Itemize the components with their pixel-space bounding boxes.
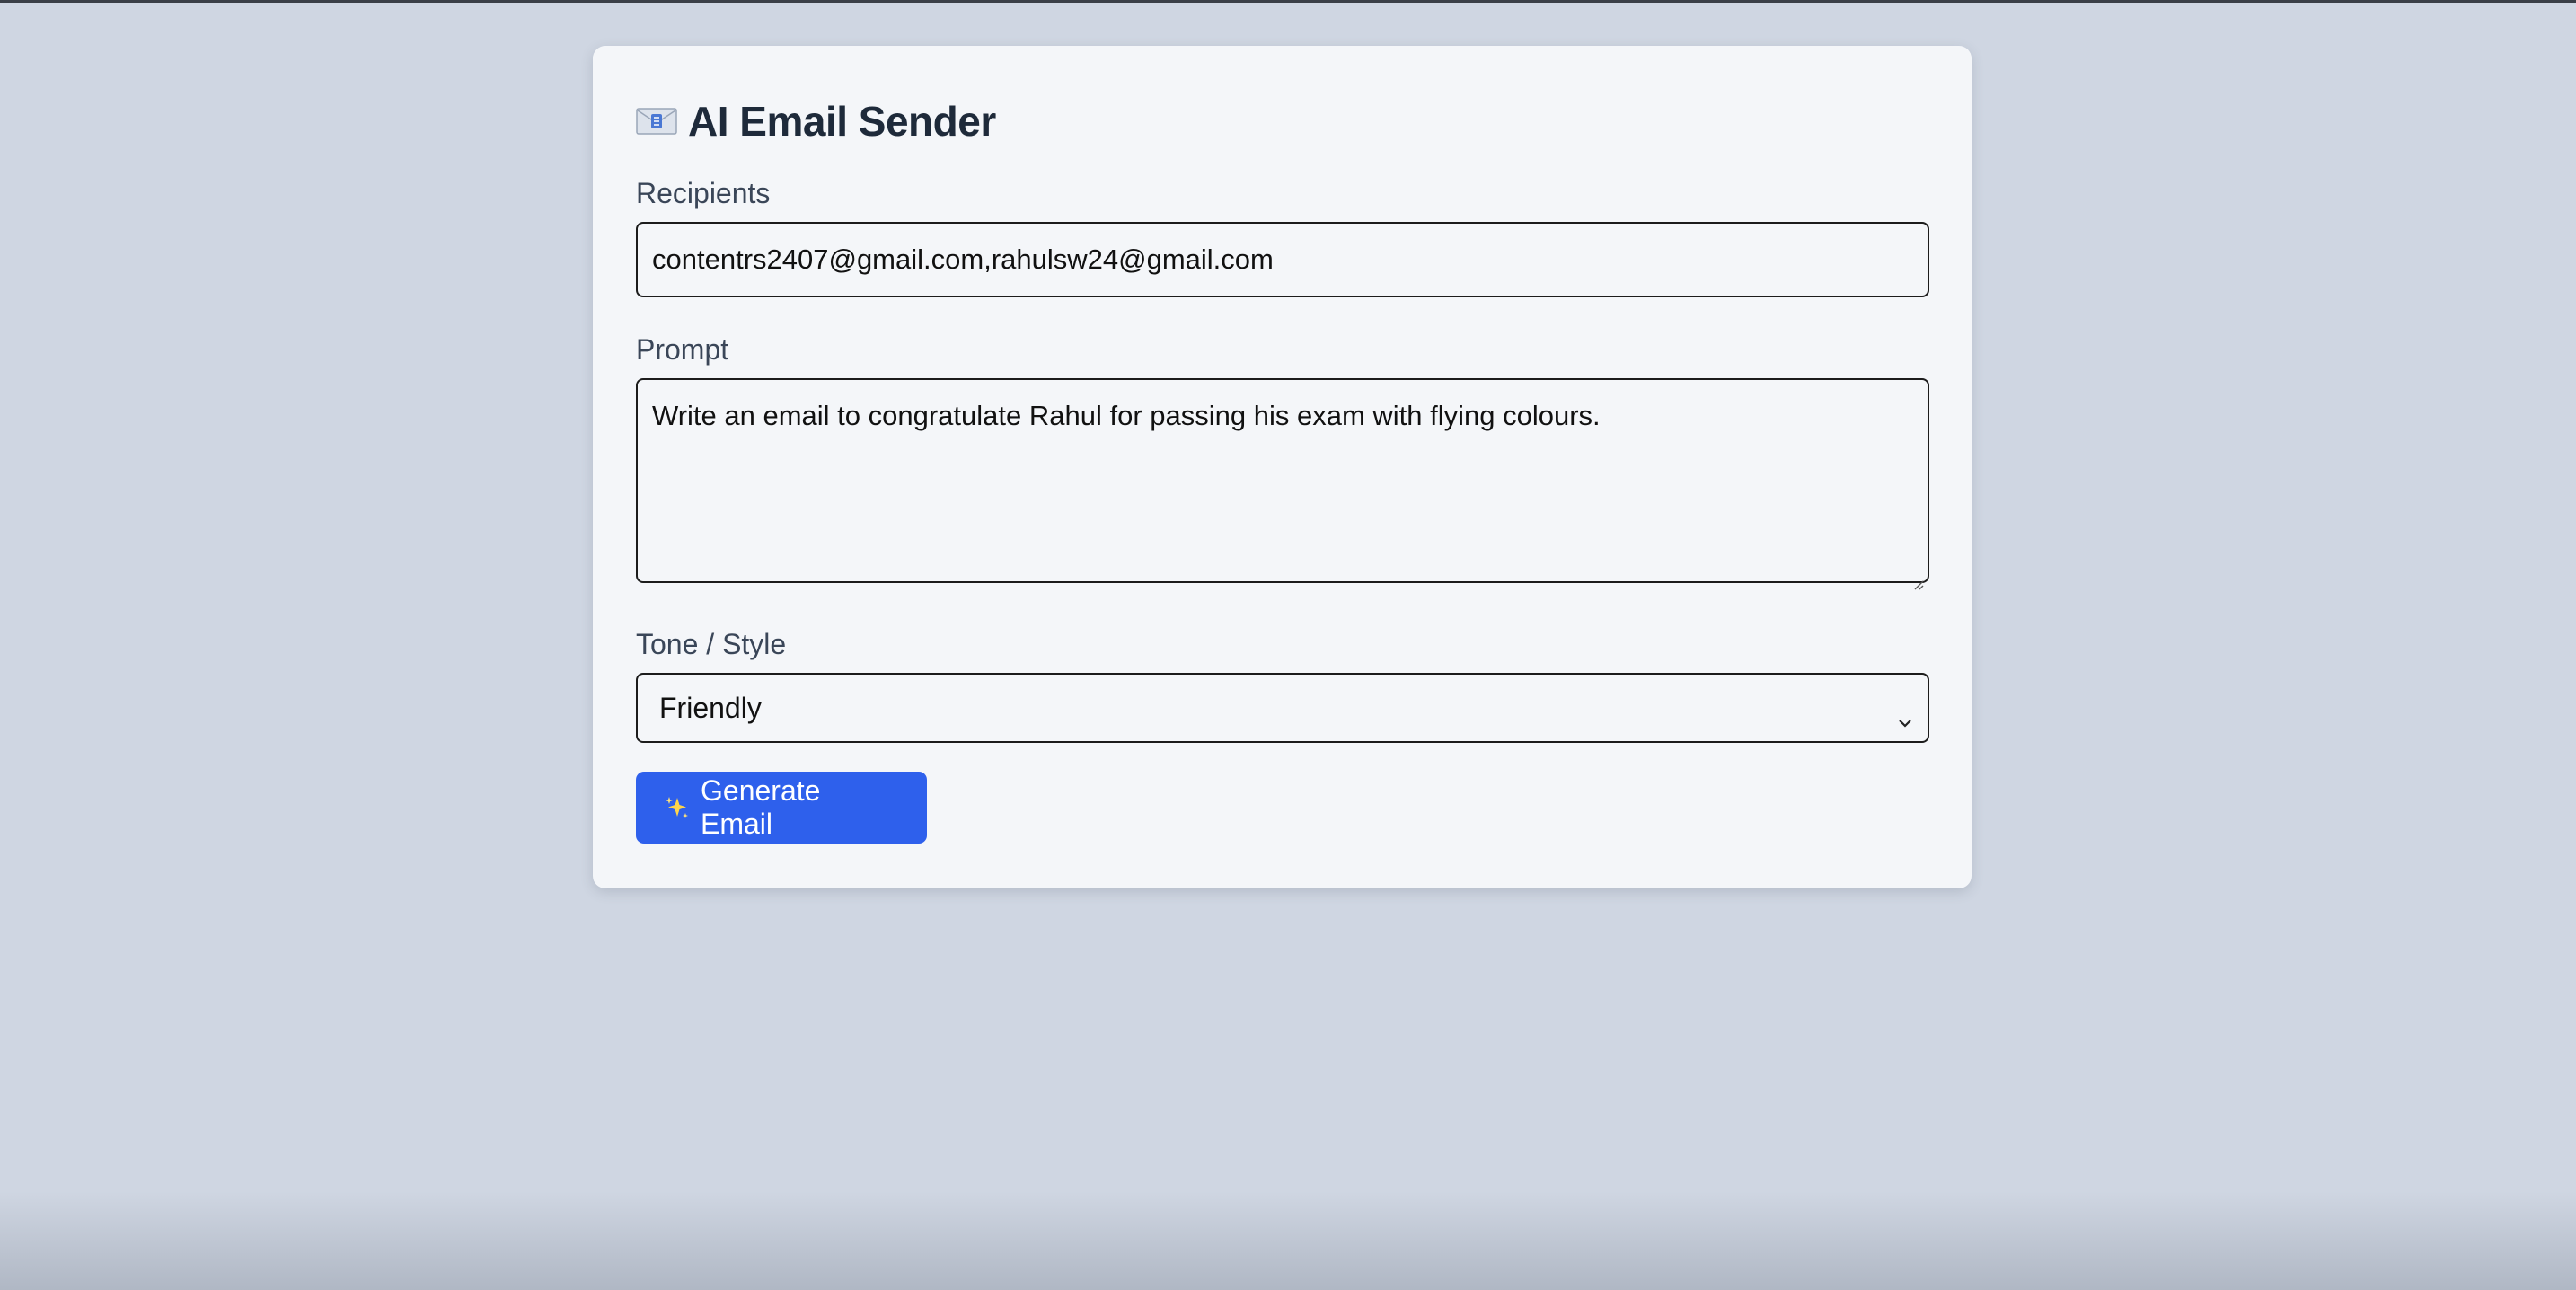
prompt-textarea[interactable]: Write an email to congratulate Rahul for…	[636, 378, 1929, 590]
tone-select[interactable]: Friendly	[636, 673, 1929, 743]
window-top-edge	[0, 0, 2576, 3]
generate-email-label: Generate Email	[701, 774, 821, 840]
prompt-value: Write an email to congratulate Rahul for…	[652, 400, 1601, 431]
recipients-input[interactable]: contentrs2407@gmail.com,rahulsw24@gmail.…	[636, 222, 1929, 297]
chevron-down-icon	[1897, 702, 1913, 728]
resize-grip-icon[interactable]	[1911, 565, 1924, 590]
page-title: AI Email Sender	[688, 98, 996, 145]
generate-email-button[interactable]: Generate Email	[636, 772, 927, 844]
tone-selected-value: Friendly	[659, 691, 762, 724]
header: AI Email Sender	[636, 94, 1928, 148]
recipients-label: Recipients	[636, 177, 771, 209]
bottom-shadow	[0, 1191, 2576, 1290]
tone-label: Tone / Style	[636, 628, 787, 660]
sparkles-icon	[663, 794, 690, 821]
recipients-value: contentrs2407@gmail.com,rahulsw24@gmail.…	[652, 243, 1274, 275]
email-form-card: AI Email Sender Recipients contentrs2407…	[593, 46, 1972, 888]
envelope-icon	[636, 107, 677, 136]
prompt-label: Prompt	[636, 333, 729, 366]
